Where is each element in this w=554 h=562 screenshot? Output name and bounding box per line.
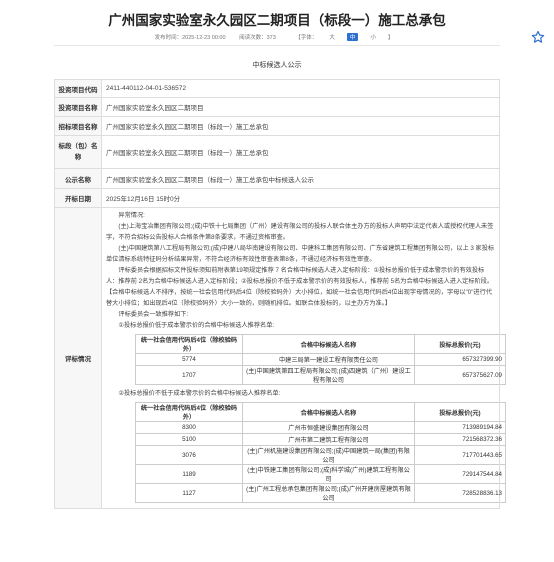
column-header: 合格中标候选人名称 [242,334,415,354]
bid-price-cell: 728528836.13 [414,483,506,503]
credit-code-cell: 3076 [135,445,243,465]
table-row: 8300 广州市恒盛建设集团有限公司 713989194.84 [135,421,506,434]
candidate-name-cell: (主)中铁建工集团有限公司;(成)科学城(广州)建筑工程有限公司 [242,464,415,484]
bid-price-cell: 717701443.65 [414,445,506,465]
info-label: 标段（包）名称 [54,135,102,169]
table-row: 5774 中建三局第一建设工程有限责任公司 657327399.90 [135,353,506,366]
info-row-project-name: 投资项目名称 广州国家实验室永久园区二期项目 [54,97,500,117]
table-row: 1189 (主)中铁建工集团有限公司;(成)科学城(广州)建筑工程有限公司 72… [135,464,506,484]
info-label: 评标情况 [54,207,102,509]
publish-time: 发布时间：2025-12-23 00:00 [154,35,226,41]
font-size-large-button[interactable]: 大 [329,33,335,41]
info-label: 招标项目名称 [54,116,102,136]
info-label: 投资项目代码 [54,79,102,98]
font-size-label: 【字体： [295,35,318,41]
font-size-small-button[interactable]: 小 [370,33,376,41]
candidate-name-cell: 广州市恒盛建设集团有限公司 [242,421,415,434]
credit-code-cell: 5774 [135,353,243,366]
view-count: 阅读次数：373 [239,35,276,41]
info-row-section-name: 标段（包）名称 广州国家实验室永久园区二期项目（标段一）施工总承包 [54,135,500,169]
info-label: 开标日期 [54,188,102,208]
info-row-notice-name: 公示名称 广州国家实验室永久园区二期项目（标段一）施工总承包中标候选人公示 [54,168,500,189]
info-value: 2411-440112-04-01-536572 [101,79,500,98]
info-value: 广州国家实验室永久园区二期项目 [101,97,500,117]
info-value: 广州国家实验室永久园区二期项目（标段一）施工总承包中标候选人公示 [101,168,500,189]
column-header: 统一社会信用代码后4位（除校验码外） [135,334,243,354]
info-row-tender-name: 招标项目名称 广州国家实验室永久园区二期项目（标段一）施工总承包 [54,116,500,136]
credit-code-cell: 1189 [135,464,243,484]
column-header: 合格中标候选人名称 [242,402,415,422]
info-value: 广州国家实验室永久园区二期项目（标段一）施工总承包 [101,135,500,169]
candidate-name-cell: 广州市第二建筑工程有限公司 [242,433,415,446]
column-header: 投标总报价(元) [414,334,506,354]
candidate-name-cell: 中建三局第一建设工程有限责任公司 [242,353,415,366]
bid-price-cell: 729147544.84 [414,464,506,484]
table-header-row: 统一社会信用代码后4位（除校验码外） 合格中标候选人名称 投标总报价(元) [135,402,506,422]
favorite-star-icon[interactable] [531,30,545,44]
column-header: 统一社会信用代码后4位（除校验码外） [135,402,243,422]
credit-code-cell: 1707 [135,365,243,385]
candidates-not-below-cost-table: 统一社会信用代码后4位（除校验码外） 合格中标候选人名称 投标总报价(元) 83… [135,402,506,503]
candidate-name-cell: (主)广州机施建设集团有限公司;(成)中国建筑一局(集团)有限公司 [242,445,415,465]
column-header: 投标总报价(元) [414,402,506,422]
font-size-medium-button[interactable]: 中 [346,33,359,41]
header-divider [54,45,500,46]
info-label: 投资项目名称 [54,97,102,117]
evaluation-content: 异常情况: (主)上海宝冶集团有限公司;(成)中铁十七局集团（广州）建设有限公司… [101,207,506,509]
project-info-table: 投资项目代码 2411-440112-04-01-536572 投资项目名称 广… [54,79,506,509]
info-row-project-code: 投资项目代码 2411-440112-04-01-536572 [54,79,500,98]
info-value: 广州国家实验室永久园区二期项目（标段一）施工总承包 [101,116,500,136]
eval-paragraph: (主)上海宝冶集团有限公司;(成)中铁十七局集团（广州）建设有限公司的投标人联合… [106,223,494,241]
eval-paragraph: (主)中国建筑第八工程局有限公司;(成)中建八局华南建设有限公司、中建科工集团有… [106,245,495,263]
eval-paragraph: ①投标总报价低于成本警示价的合格中标候选人推荐名单: [118,322,275,329]
eval-paragraph: 评标委员会一致推荐如下: [118,311,189,318]
candidate-name-cell: (主)中国建筑第四工程局有限公司;(成)四建筑（广州）建设工程有限公司 [242,365,415,385]
bid-price-cell: 721568372.36 [414,433,506,446]
table-header-row: 统一社会信用代码后4位（除校验码外） 合格中标候选人名称 投标总报价(元) [135,334,506,354]
info-label: 公示名称 [54,168,102,189]
info-value: 2025年12月16日 15时0分 [101,188,500,208]
bid-price-cell: 657327399.90 [414,353,506,366]
credit-code-cell: 8300 [135,421,243,434]
table-row: 5100 广州市第二建筑工程有限公司 721568372.36 [135,433,506,446]
announcement-subtitle: 中标候选人公示 [252,62,302,69]
info-row-opening-date: 开标日期 2025年12月16日 15时0分 [54,188,500,208]
eval-paragraph: 评标委员会根据招标文件投标须知前附表第19项规定推荐 7 名合格中标候选人进入定… [106,267,494,307]
bid-price-cell: 657375627.09 [414,365,506,385]
table-row: 1127 (主)广州工程总承包集团有限公司;(成)广州开建房屋建筑有限公司 72… [135,483,506,503]
table-row: 1707 (主)中国建筑第四工程局有限公司;(成)四建筑（广州）建设工程有限公司… [135,365,506,385]
eval-paragraph: 异常情况: [118,212,145,219]
info-row-evaluation: 评标情况 异常情况: (主)上海宝冶集团有限公司;(成)中铁十七局集团（广州）建… [54,207,506,509]
table-row: 3076 (主)广州机施建设集团有限公司;(成)中国建筑一局(集团)有限公司 7… [135,445,506,465]
credit-code-cell: 5100 [135,433,243,446]
page-title: 广州国家实验室永久园区二期项目（标段一）施工总承包 [108,13,446,28]
eval-paragraph: ②投标总报价不低于成本警示价的合格中标候选人推荐名单: [118,390,281,397]
font-size-control: 【字体： 大 中 小 】 [289,33,399,41]
candidate-name-cell: (主)广州工程总承包集团有限公司;(成)广州开建房屋建筑有限公司 [242,483,415,503]
credit-code-cell: 1127 [135,483,243,503]
bid-price-cell: 713989194.84 [414,421,506,434]
candidates-below-cost-table: 统一社会信用代码后4位（除校验码外） 合格中标候选人名称 投标总报价(元) 57… [135,334,506,385]
article-meta: 发布时间：2025-12-23 00:00 阅读次数：373 【字体： 大 中 小 】 [0,33,554,41]
font-size-close: 】 [387,35,394,41]
